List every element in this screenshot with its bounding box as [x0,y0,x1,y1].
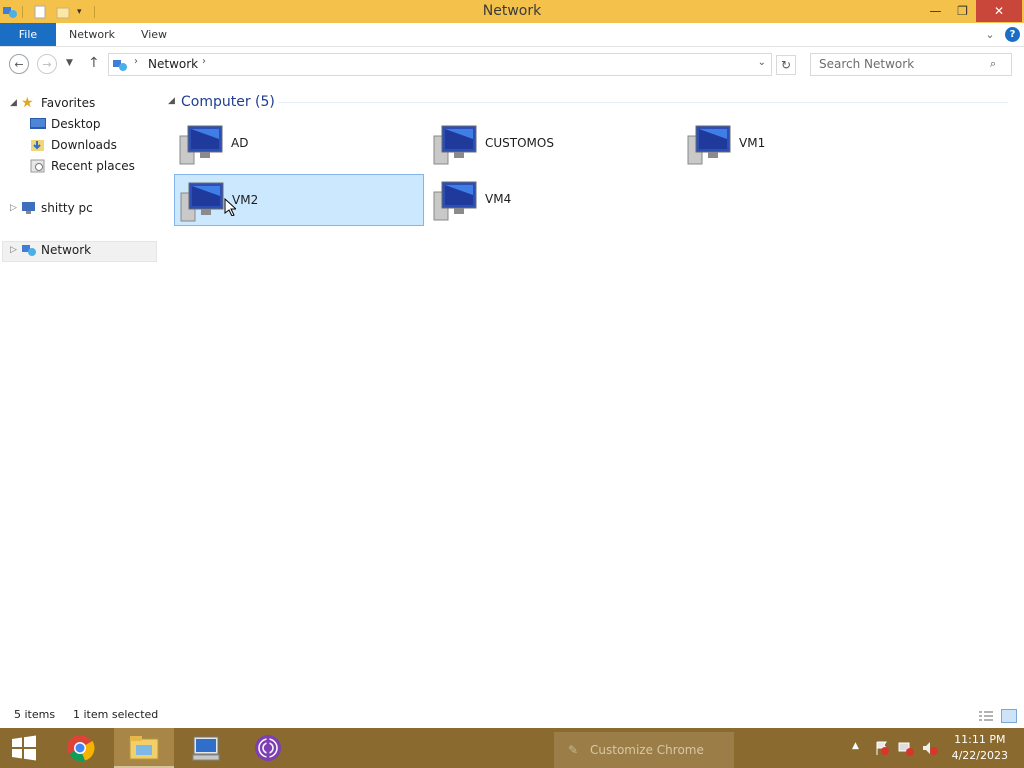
refresh-button[interactable]: ↻ [776,55,796,75]
star-icon: ★ [21,95,34,111]
restore-button[interactable]: ❐ [949,0,976,22]
window-title: Network [482,3,542,19]
breadcrumb-network[interactable]: Network [148,57,198,71]
tab-network[interactable]: Network [62,23,122,46]
taskbar-empty [732,728,852,768]
breadcrumb-arrow-icon[interactable]: › [134,56,138,67]
start-button[interactable] [0,728,48,768]
search-input[interactable]: Search Network [810,53,1012,76]
minimize-button[interactable]: — [922,0,949,22]
network-tray-icon[interactable] [898,740,914,756]
computer-label: VM1 [739,136,766,150]
breadcrumb-arrow-icon[interactable]: › [202,56,206,67]
nav-network-label: Network [41,243,92,257]
nav-desktop[interactable]: Desktop [30,114,150,134]
nav-this-pc[interactable]: shitty pc [21,198,141,218]
computer-icon [179,125,223,165]
computer-group: ◢ Computer (5) [168,92,1018,112]
close-button[interactable]: ✕ [976,0,1022,22]
title-bar: ▾ Network — ❐ ✕ [0,0,1024,23]
nav-desktop-label: Desktop [51,117,101,131]
desktop-icon [30,118,46,129]
nav-this-pc-label: shitty pc [41,201,93,215]
computer-item-vm2[interactable]: VM2 [174,174,424,226]
group-header[interactable]: Computer (5) [181,94,275,110]
computer-icon [433,125,477,165]
computer-item-vm1[interactable]: VM1 [682,118,932,170]
address-dropdown-icon[interactable]: ⌄ [758,57,766,68]
details-view-icon[interactable] [978,710,994,722]
explorer-window: ▾ Network — ❐ ✕ File Network View ⌄ ? ← … [0,0,1024,728]
tab-view[interactable]: View [130,23,178,46]
this-pc-expand-icon[interactable]: ▷ [10,198,17,218]
downloads-icon [31,140,44,151]
group-collapse-icon[interactable]: ◢ [168,96,175,106]
pencil-icon: ✎ [568,743,579,757]
nav-network[interactable]: Network [21,240,141,260]
status-selection: 1 item selected [73,708,159,721]
clock-time: 11:11 PM [954,733,1006,746]
mouse-cursor-icon [224,198,236,216]
recent-locations-icon[interactable]: ▼ [66,58,73,68]
taskbar-file-explorer[interactable] [114,728,174,768]
chrome-icon [67,735,95,762]
computer-label: VM4 [485,192,512,206]
tor-browser-icon [255,735,281,761]
show-hidden-icons-icon[interactable]: ▲ [852,741,859,751]
computer-item-ad[interactable]: AD [174,118,424,170]
start-icon [12,735,36,761]
nav-favorites-label: Favorites [41,96,96,110]
computer-icon [180,182,224,222]
taskbar-remote-desktop[interactable] [176,728,236,768]
customize-chrome-tooltip[interactable]: ✎ Customize Chrome [554,732,734,768]
search-icon[interactable]: ⌕ [990,57,996,71]
volume-muted-icon[interactable] [922,740,938,756]
nav-favorites[interactable]: ★ Favorites [21,93,141,113]
recent-places-icon [30,159,45,173]
tab-file[interactable]: File [0,23,56,46]
computer-icon [687,125,731,165]
computer-label: AD [231,136,249,150]
remote-desktop-icon [192,736,220,761]
customize-chrome-label: Customize Chrome [590,743,704,757]
network-expand-icon[interactable]: ▷ [10,240,17,260]
system-clock[interactable]: 11:11 PM 4/22/2023 [952,732,1008,764]
ribbon-tabs: File Network View ⌄ ? [0,23,1024,47]
address-bar[interactable]: › Network › ⌄ [108,53,772,76]
computer-icon [22,202,35,214]
nav-downloads[interactable]: Downloads [30,135,150,155]
group-divider [278,102,1008,103]
large-icons-view-icon[interactable] [1001,709,1017,723]
taskbar-tor-browser[interactable] [238,728,298,768]
computer-icon [433,181,477,221]
network-icon [22,245,36,256]
up-button[interactable]: ↑ [88,55,100,71]
computer-item-customos[interactable]: CUSTOMOS [428,118,678,170]
nav-recent-places-label: Recent places [51,159,135,173]
network-icon [113,60,127,71]
action-center-flag-icon[interactable] [874,740,890,756]
file-explorer-icon [129,736,159,760]
computer-label: CUSTOMOS [485,136,554,150]
nav-downloads-label: Downloads [51,138,117,152]
forward-button[interactable]: → [37,54,57,74]
help-icon[interactable]: ? [1005,27,1020,42]
back-button[interactable]: ← [9,54,29,74]
nav-recent-places[interactable]: Recent places [30,156,150,176]
clock-date: 4/22/2023 [951,749,1008,762]
status-item-count: 5 items [14,708,56,721]
taskbar-chrome[interactable] [50,728,110,768]
taskbar: ▲ 11:11 PM 4/22/2023 [0,728,1024,768]
navigation-pane [0,88,170,702]
expand-ribbon-icon[interactable]: ⌄ [982,23,998,46]
computer-item-vm4[interactable]: VM4 [428,174,678,226]
favorites-collapse-icon[interactable]: ◢ [10,93,17,113]
